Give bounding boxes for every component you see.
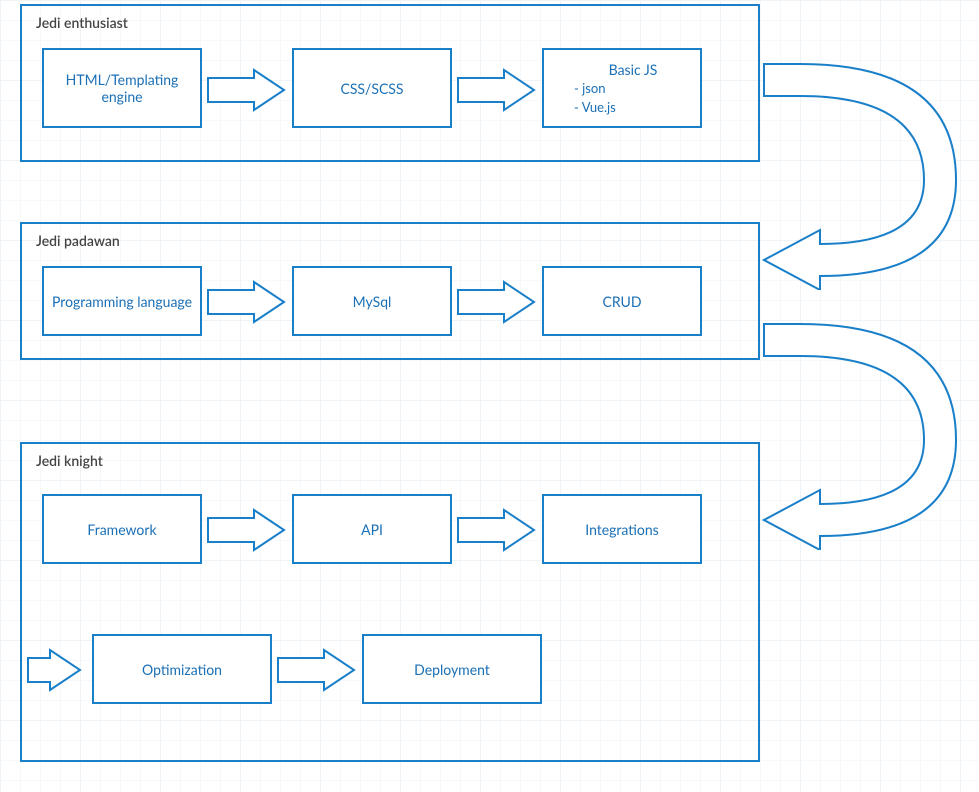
arrow-optimization-to-deployment [276,648,356,692]
stage-enthusiast-title: Jedi enthusiast [36,14,128,31]
node-basic-js-sub-1: - Vue.js [574,99,616,116]
node-basic-js-label: Basic JS [609,61,658,78]
node-programming-language-label: Programming language [52,293,192,310]
node-mysql-label: MySql [353,293,392,310]
arrow-into-optimization [26,648,82,692]
node-api-label: API [361,521,383,538]
arrow-lang-to-mysql [206,280,286,324]
arrow-api-to-integrations [456,508,536,552]
node-css-scss: CSS/SCSS [292,48,452,128]
node-integrations-label: Integrations [585,521,658,538]
node-crud: CRUD [542,266,702,336]
node-basic-js: Basic JS - json - Vue.js [542,48,702,128]
curved-arrow-enthusiast-to-padawan [760,60,970,290]
node-basic-js-sub-0: - json [574,80,606,97]
node-programming-language: Programming language [42,266,202,336]
node-framework: Framework [42,494,202,564]
node-optimization-label: Optimization [142,661,222,678]
stage-padawan-title: Jedi padawan [36,232,120,249]
stage-knight-title: Jedi knight [36,452,103,469]
stage-padawan: Jedi padawan Programming language MySql … [20,222,760,360]
node-html-templating: HTML/Templating engine [42,48,202,128]
node-framework-label: Framework [87,521,156,538]
stage-knight: Jedi knight Framework API Integrations O… [20,442,760,762]
arrow-mysql-to-crud [456,280,536,324]
node-deployment-label: Deployment [414,661,490,678]
node-api: API [292,494,452,564]
curved-arrow-padawan-to-knight [760,320,970,550]
arrow-css-to-js [456,68,536,112]
node-optimization: Optimization [92,634,272,704]
node-mysql: MySql [292,266,452,336]
node-integrations: Integrations [542,494,702,564]
arrow-html-to-css [206,68,286,112]
node-deployment: Deployment [362,634,542,704]
node-css-scss-label: CSS/SCSS [340,80,403,97]
arrow-framework-to-api [206,508,286,552]
node-html-templating-label: HTML/Templating engine [52,71,192,105]
stage-enthusiast: Jedi enthusiast HTML/Templating engine C… [20,4,760,162]
node-crud-label: CRUD [602,293,641,310]
